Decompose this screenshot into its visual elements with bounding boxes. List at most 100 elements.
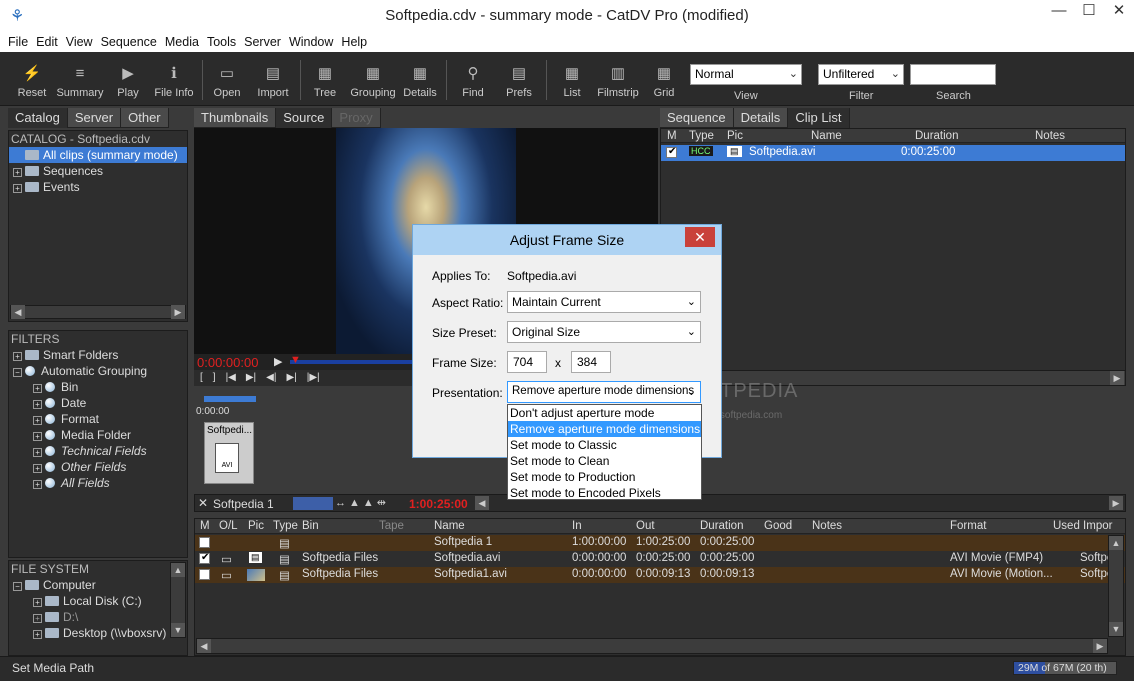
- menu-view[interactable]: View: [66, 35, 93, 49]
- col-duration[interactable]: Duration: [700, 519, 743, 533]
- col-out[interactable]: Out: [636, 519, 655, 533]
- col-pic[interactable]: Pic: [248, 519, 264, 533]
- scroll-left-icon[interactable]: ◀: [197, 639, 211, 653]
- group-item-all-fields[interactable]: + All Fields: [9, 475, 187, 491]
- tab-sequence[interactable]: Sequence: [660, 108, 734, 128]
- group-item-media-folder[interactable]: + Media Folder: [9, 427, 187, 443]
- expand-icon[interactable]: +: [33, 614, 42, 623]
- group-item-bin[interactable]: + Bin: [9, 379, 187, 395]
- reset-button[interactable]: ⚡ Reset: [16, 64, 48, 99]
- col-ol[interactable]: O/L: [219, 519, 238, 533]
- play-button[interactable]: ▶ Play: [112, 64, 144, 99]
- smart-folders-item[interactable]: + Smart Folders: [9, 347, 187, 363]
- row-checkbox[interactable]: [199, 537, 210, 548]
- automatic-grouping-item[interactable]: − Automatic Grouping: [9, 363, 187, 379]
- fs-vscrollbar[interactable]: ▲ ▼: [170, 562, 186, 638]
- expand-icon[interactable]: +: [33, 480, 42, 489]
- fs-item-computer[interactable]: − Computer: [9, 577, 187, 593]
- option-remove-aperture[interactable]: Remove aperture mode dimensions: [508, 421, 701, 437]
- mark-out-icon[interactable]: ]: [213, 370, 216, 386]
- menu-file[interactable]: File: [8, 35, 28, 49]
- col-name[interactable]: Name: [811, 129, 842, 143]
- col-good[interactable]: Good: [764, 519, 792, 533]
- scroll-right-icon[interactable]: ▶: [1093, 639, 1107, 653]
- scroll-down-icon[interactable]: ▼: [1109, 622, 1123, 636]
- expand-icon[interactable]: +: [33, 448, 42, 457]
- collapse-icon[interactable]: −: [13, 582, 22, 591]
- col-name[interactable]: Name: [434, 519, 465, 533]
- mini-timeline-range[interactable]: [204, 396, 256, 402]
- expand-icon[interactable]: +: [33, 464, 42, 473]
- scroll-right-icon[interactable]: ▶: [171, 305, 185, 319]
- col-format[interactable]: Format: [950, 519, 986, 533]
- row-checkbox[interactable]: [666, 146, 677, 158]
- expand-icon[interactable]: +: [33, 384, 42, 393]
- col-duration[interactable]: Duration: [915, 129, 958, 143]
- step-forward-icon[interactable]: ◀|: [266, 370, 276, 386]
- go-out-icon[interactable]: ▶|: [286, 370, 296, 386]
- presentation-select[interactable]: Remove aperture mode dimensions ⌄: [507, 381, 701, 403]
- table-row[interactable]: ▭ ▤ Softpedia Files Softpedia1.avi 0:00:…: [195, 567, 1125, 583]
- import-button[interactable]: ▤ Import: [254, 64, 292, 99]
- option-production[interactable]: Set mode to Production: [508, 469, 701, 485]
- col-type[interactable]: Type: [689, 129, 714, 143]
- tab-other[interactable]: Other: [121, 108, 169, 128]
- menu-window[interactable]: Window: [289, 35, 333, 49]
- filter-select[interactable]: Unfiltered ⌄: [818, 64, 904, 85]
- view-select[interactable]: Normal ⌄: [690, 64, 802, 85]
- col-m[interactable]: M: [200, 519, 210, 533]
- scroll-up-icon[interactable]: ▲: [171, 563, 185, 577]
- aspect-ratio-select[interactable]: Maintain Current ⌄: [507, 291, 701, 313]
- col-in[interactable]: In: [572, 519, 582, 533]
- col-type[interactable]: Type: [273, 519, 298, 533]
- sequence-tools-icon[interactable]: [293, 497, 333, 510]
- expand-icon[interactable]: +: [33, 630, 42, 639]
- grid-button[interactable]: ▦ Grid: [648, 64, 680, 99]
- menu-tools[interactable]: Tools: [207, 35, 236, 49]
- scroll-left-icon[interactable]: ◀: [475, 496, 489, 510]
- scroll-left-icon[interactable]: ◀: [11, 305, 25, 319]
- col-notes[interactable]: Notes: [1035, 129, 1065, 143]
- play-icon[interactable]: ▶: [274, 355, 282, 368]
- catalog-item-all-clips[interactable]: All clips (summary mode): [9, 147, 187, 163]
- expand-icon[interactable]: +: [33, 416, 42, 425]
- expand-icon[interactable]: +: [33, 598, 42, 607]
- go-in-icon[interactable]: |◀: [226, 370, 236, 386]
- tab-thumbnails[interactable]: Thumbnails: [194, 108, 277, 128]
- close-sequence-icon[interactable]: ✕: [198, 496, 208, 510]
- go-end-icon[interactable]: |▶|: [307, 370, 320, 386]
- menu-media[interactable]: Media: [165, 35, 199, 49]
- size-preset-select[interactable]: Original Size ⌄: [507, 321, 701, 343]
- fs-item-desktop[interactable]: + Desktop (\\vboxsrv): [9, 625, 187, 641]
- file-info-button[interactable]: ℹ File Info: [152, 64, 196, 99]
- option-encoded-pixels[interactable]: Set mode to Encoded Pixels: [508, 485, 701, 501]
- clips-table-hscrollbar[interactable]: ◀ ▶: [196, 638, 1108, 654]
- catalog-item-events[interactable]: + Events: [9, 179, 187, 195]
- find-button[interactable]: ⚲ Find: [456, 64, 490, 99]
- col-bin[interactable]: Bin: [302, 519, 319, 533]
- dialog-close-button[interactable]: ✕: [685, 227, 715, 247]
- track-tools-icon[interactable]: ↔▲▲⇹: [335, 496, 389, 509]
- group-item-other-fields[interactable]: + Other Fields: [9, 459, 187, 475]
- menu-edit[interactable]: Edit: [36, 35, 58, 49]
- tab-server[interactable]: Server: [67, 108, 122, 128]
- menu-help[interactable]: Help: [341, 35, 367, 49]
- menu-server[interactable]: Server: [244, 35, 281, 49]
- expand-icon[interactable]: +: [33, 400, 42, 409]
- tree-button[interactable]: ▦ Tree: [308, 64, 342, 99]
- expand-icon[interactable]: +: [13, 168, 22, 177]
- collapse-icon[interactable]: −: [13, 368, 22, 377]
- expand-icon[interactable]: +: [33, 432, 42, 441]
- clip-thumbnail[interactable]: Softpedi... AVI: [204, 422, 254, 484]
- scroll-down-icon[interactable]: ▼: [171, 623, 185, 637]
- col-used-import[interactable]: Used Impor: [1053, 519, 1112, 533]
- row-checkbox[interactable]: [199, 569, 210, 580]
- expand-icon[interactable]: +: [13, 352, 22, 361]
- group-item-format[interactable]: + Format: [9, 411, 187, 427]
- summary-button[interactable]: ≡ Summary: [56, 64, 104, 99]
- tab-proxy[interactable]: Proxy: [332, 108, 381, 128]
- prefs-button[interactable]: ▤ Prefs: [500, 64, 538, 99]
- option-classic[interactable]: Set mode to Classic: [508, 437, 701, 453]
- maximize-button[interactable]: ☐: [1074, 0, 1104, 22]
- frame-width-input[interactable]: 704: [507, 351, 547, 373]
